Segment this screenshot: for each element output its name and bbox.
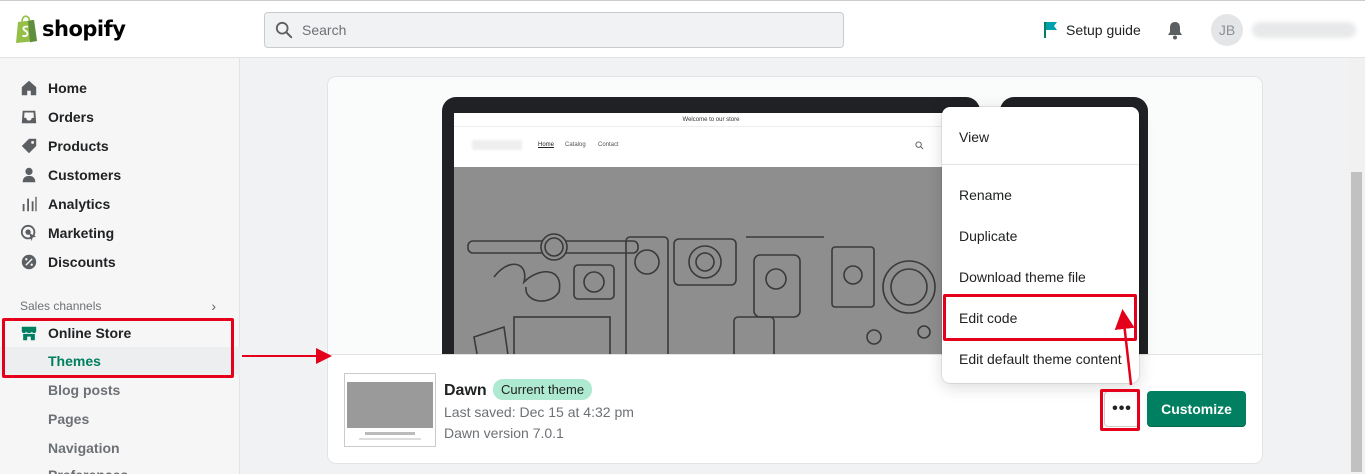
current-theme-badge: Current theme — [493, 379, 593, 400]
menu-item-edit-default-content[interactable]: Edit default theme content — [959, 351, 1122, 367]
sidebar-item-label: Products — [48, 138, 109, 154]
menu-divider — [942, 164, 1139, 165]
bell-icon[interactable] — [1165, 20, 1185, 40]
tag-icon — [21, 138, 37, 154]
highlight-more-actions — [1100, 389, 1140, 431]
username-redacted — [1252, 22, 1356, 38]
sidebar-item-label: Customers — [48, 167, 122, 183]
sidebar-item-pages[interactable]: Pages — [48, 411, 89, 427]
theme-name: Dawn — [444, 382, 487, 399]
search-input[interactable] — [302, 22, 802, 38]
preview-nav-contact: Contact — [598, 142, 619, 148]
shopify-logo[interactable]: shopify — [14, 15, 126, 43]
theme-actions-menu: View Rename Duplicate Download theme fil… — [942, 107, 1139, 383]
bar-chart-icon — [22, 196, 37, 212]
highlight-edit-code — [943, 294, 1137, 341]
sidebar-item-customers[interactable]: Customers — [20, 165, 121, 185]
sidebar-item-label: Marketing — [48, 225, 115, 241]
sidebar-item-orders[interactable]: Orders — [20, 107, 94, 127]
preview-store-nav: Home Catalog Contact — [454, 127, 968, 167]
setup-guide-label: Setup guide — [1066, 22, 1141, 38]
thumbnail-caption-line — [359, 438, 421, 440]
sidebar-item-navigation[interactable]: Navigation — [48, 440, 120, 456]
discount-icon — [21, 254, 37, 270]
target-icon — [20, 224, 37, 242]
avatar[interactable]: JB — [1211, 14, 1243, 46]
theme-version-text: Dawn version 7.0.1 — [444, 425, 564, 441]
sidebar-item-analytics[interactable]: Analytics — [20, 194, 110, 214]
preview-hero-image — [454, 167, 968, 357]
sidebar-item-label: Analytics — [48, 196, 111, 212]
sidebar-item-products[interactable]: Products — [20, 136, 109, 156]
preview-screen: Welcome to our store Home Catalog Contac… — [454, 113, 968, 357]
menu-item-view[interactable]: View — [959, 129, 989, 145]
desktop-preview: Welcome to our store Home Catalog Contac… — [442, 97, 980, 357]
highlight-online-store — [2, 318, 234, 378]
preview-announcement: Welcome to our store — [454, 113, 968, 127]
last-saved-text: Last saved: Dec 15 at 4:32 pm — [444, 404, 634, 420]
sidebar-item-discounts[interactable]: Discounts — [20, 252, 116, 272]
flag-icon — [1044, 22, 1057, 38]
preview-nav-catalog: Catalog — [565, 142, 586, 148]
thumbnail-caption-line — [365, 432, 415, 435]
sidebar-item-label: Orders — [48, 109, 94, 125]
scrollbar-thumb[interactable] — [1351, 172, 1362, 472]
brand-name: shopify — [42, 17, 126, 41]
menu-item-duplicate[interactable]: Duplicate — [959, 228, 1017, 244]
sidebar-item-preferences[interactable]: Preferences — [48, 467, 128, 474]
sidebar-item-label: Discounts — [48, 254, 116, 270]
sales-channels-header[interactable]: Sales channels › — [20, 298, 216, 314]
sidebar-item-blog-posts[interactable]: Blog posts — [48, 382, 120, 398]
thumbnail-hero — [347, 382, 433, 428]
product-illustration — [467, 233, 936, 357]
preview-search-icon — [915, 141, 924, 150]
sidebar-item-label: Home — [48, 80, 87, 96]
customize-button[interactable]: Customize — [1147, 391, 1246, 427]
menu-item-rename[interactable]: Rename — [959, 187, 1012, 203]
sales-channels-label: Sales channels — [20, 299, 102, 313]
top-bar: shopify Setup guide JB — [0, 0, 1365, 58]
sidebar: Home Orders Products Customers Analytics… — [0, 58, 240, 474]
sidebar-item-home[interactable]: Home — [20, 78, 87, 98]
setup-guide-link[interactable]: Setup guide — [1043, 21, 1141, 39]
menu-item-download-theme[interactable]: Download theme file — [959, 269, 1086, 285]
person-icon — [22, 167, 36, 183]
home-icon — [21, 80, 37, 96]
shopify-bag-icon — [16, 15, 37, 43]
chevron-right-icon: › — [211, 298, 216, 314]
sidebar-item-marketing[interactable]: Marketing — [20, 223, 114, 243]
search-icon — [275, 21, 293, 39]
preview-nav-home: Home — [538, 142, 555, 148]
search-bar[interactable] — [264, 12, 844, 48]
orders-icon — [21, 110, 37, 124]
preview-logo-redacted — [472, 140, 522, 150]
theme-thumbnail — [344, 373, 436, 447]
